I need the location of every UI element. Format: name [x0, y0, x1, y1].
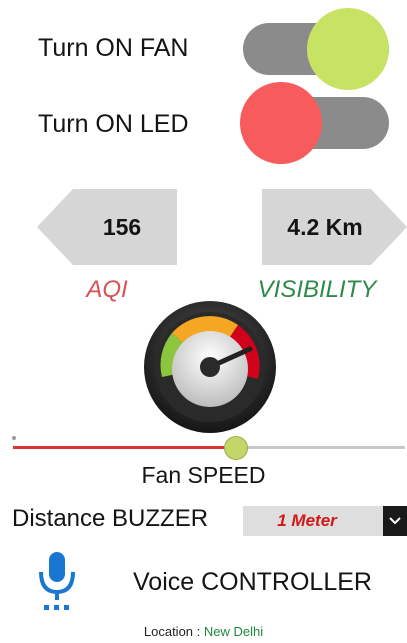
slider-min-dot	[12, 436, 16, 440]
fan-speed-label: Fan SPEED	[141, 462, 266, 488]
aqi-value: 156	[102, 213, 142, 240]
chevron-down-icon[interactable]	[383, 506, 407, 536]
distance-buzzer-label: Distance BUZZER	[12, 505, 209, 532]
voice-controller-label[interactable]: Voice CONTROLLER	[133, 568, 372, 597]
fan-speed-slider-thumb[interactable]	[224, 436, 249, 460]
location-city: New Delhi	[203, 624, 264, 639]
speedometer-icon	[144, 301, 276, 433]
led-toggle-knob[interactable]	[240, 82, 322, 164]
fan-speed-slider-fill	[13, 446, 237, 449]
led-toggle-label: Turn ON LED	[38, 110, 189, 138]
fan-toggle-switch[interactable]	[243, 8, 389, 90]
microphone-icon[interactable]	[32, 550, 82, 612]
led-toggle-switch[interactable]	[240, 82, 389, 164]
distance-buzzer-selected: 1 Meter	[277, 511, 337, 530]
location-text: Location : New Delhi	[0, 624, 407, 639]
fan-toggle-label: Turn ON FAN	[38, 34, 189, 62]
fan-toggle-knob[interactable]	[307, 8, 389, 90]
location-prefix: Location :	[143, 624, 204, 639]
distance-buzzer-dropdown[interactable]: 1 Meter	[243, 506, 407, 536]
visibility-value: 4.2 Km	[287, 213, 363, 240]
